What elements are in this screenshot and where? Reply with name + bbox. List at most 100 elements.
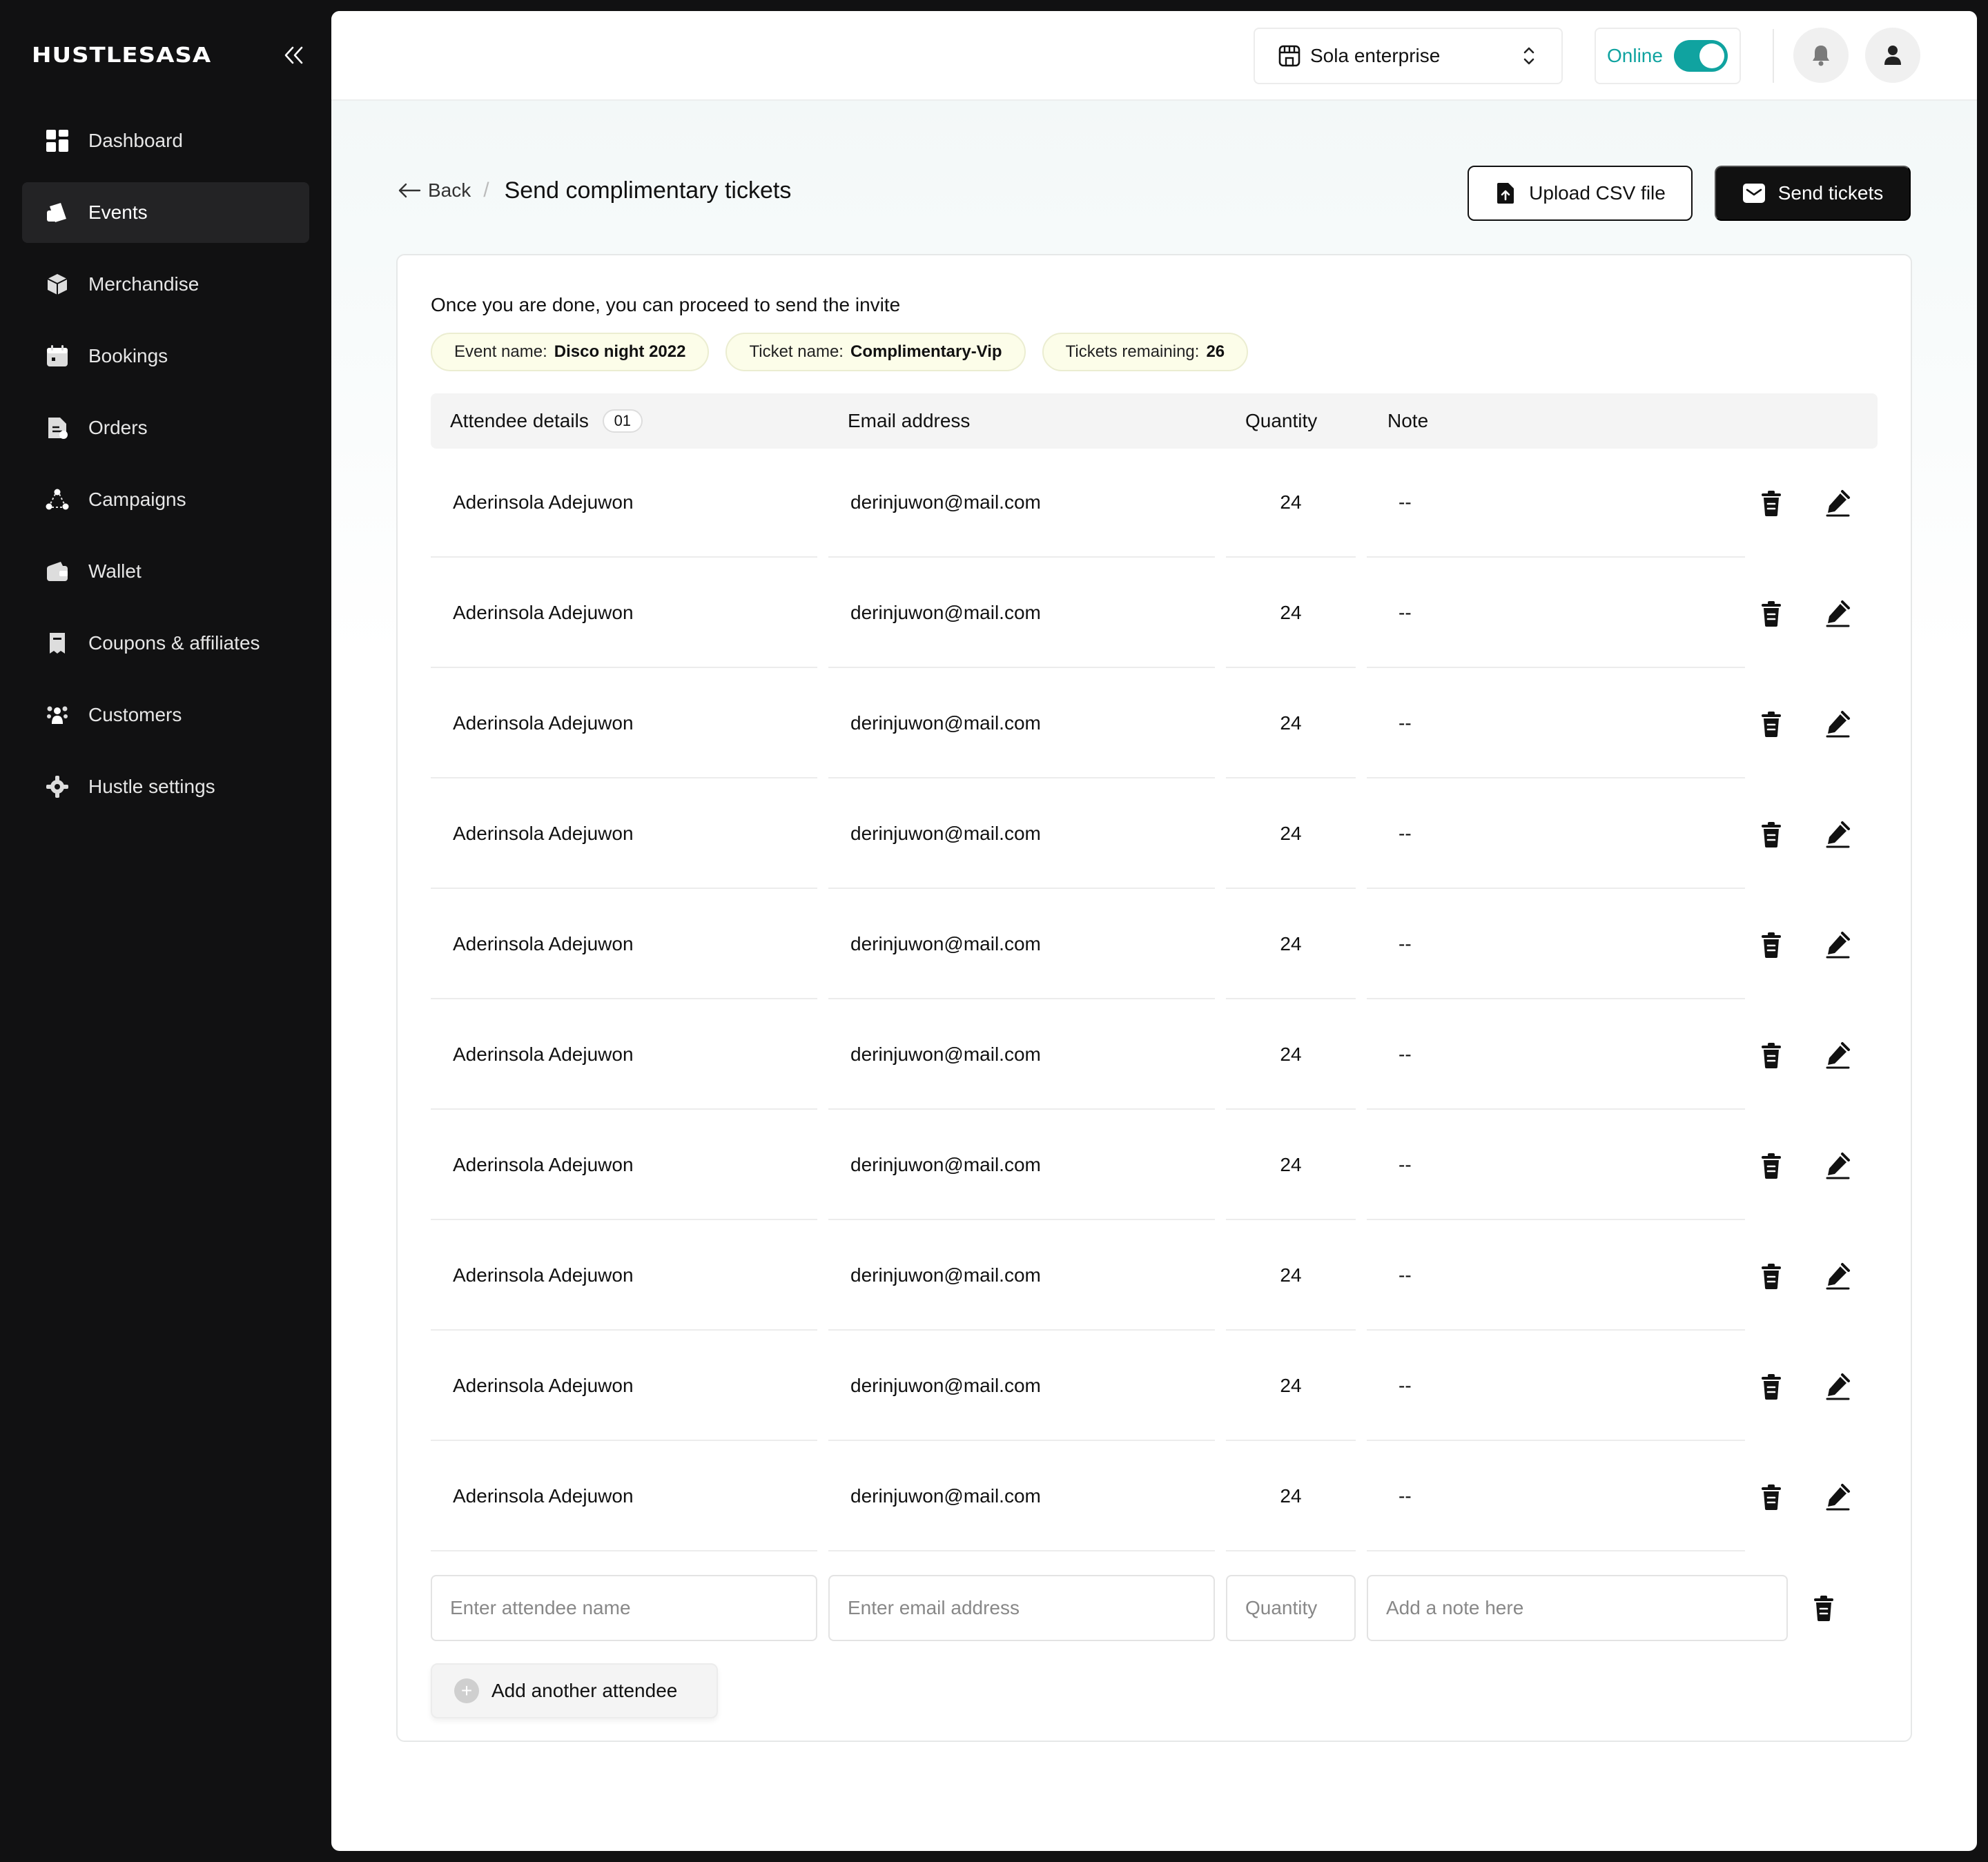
top-bar: Sola enterprise Online [331, 11, 1977, 101]
document-icon [46, 416, 69, 440]
delete-row-button[interactable] [1755, 1370, 1788, 1403]
pill-value: Complimentary-Vip [850, 342, 1002, 361]
brand-logo[interactable]: HUSTLESASA [32, 43, 211, 68]
note-cell: -- [1367, 449, 1745, 558]
edit-row-button[interactable] [1821, 928, 1854, 961]
sidebar-item-orders[interactable]: Orders [22, 398, 309, 458]
sidebar-item-coupons-affiliates[interactable]: Coupons & affiliates [22, 613, 309, 674]
send-tickets-button[interactable]: Send tickets [1715, 166, 1911, 221]
pill-key: Ticket name: [749, 342, 844, 361]
sidebar-item-label: Orders [88, 417, 148, 438]
delete-row-button[interactable] [1755, 487, 1788, 520]
quantity-input[interactable] [1226, 1575, 1356, 1641]
quantity-cell: 24 [1226, 449, 1356, 558]
edit-row-button[interactable] [1821, 1370, 1854, 1403]
delete-row-button[interactable] [1755, 707, 1788, 741]
edit-row-button[interactable] [1821, 1149, 1854, 1182]
pill-value: 26 [1206, 342, 1225, 361]
delete-row-button[interactable] [1755, 928, 1788, 961]
attendee-card: Once you are done, you can proceed to se… [396, 254, 1912, 1742]
trash-icon [1760, 600, 1783, 627]
note-cell: -- [1367, 1332, 1745, 1441]
table-row: Aderinsola Adejuwon derinjuwon@mail.com 24… [431, 669, 1878, 780]
edit-row-button[interactable] [1821, 1480, 1854, 1513]
sidebar-item-merchandise[interactable]: Merchandise [22, 254, 309, 315]
email-address-input[interactable] [828, 1575, 1215, 1641]
notification-button[interactable] [1793, 28, 1849, 83]
online-toggle[interactable] [1673, 40, 1728, 72]
sidebar-item-dashboard[interactable]: Dashboard [22, 110, 309, 171]
box-icon [46, 273, 69, 296]
upload-csv-button[interactable]: Upload CSV file [1468, 166, 1693, 221]
back-label: Back [428, 179, 471, 201]
online-status: Online [1595, 28, 1741, 84]
sidebar-item-wallet[interactable]: Wallet [22, 541, 309, 602]
page-header: Back / Send complimentary tickets [398, 174, 791, 207]
sidebar-item-hustle-settings[interactable]: Hustle settings [22, 756, 309, 817]
attendee-name-input[interactable] [431, 1575, 817, 1641]
pencil-icon [1824, 600, 1851, 627]
gear-icon [46, 775, 69, 798]
pill-key: Tickets remaining: [1065, 342, 1200, 361]
delete-row-button[interactable] [1755, 1480, 1788, 1513]
edit-row-button[interactable] [1821, 707, 1854, 741]
sidebar-item-customers[interactable]: Customers [22, 685, 309, 745]
email-cell: derinjuwon@mail.com [828, 1222, 1215, 1331]
mail-icon [1742, 184, 1765, 203]
pencil-icon [1824, 1041, 1851, 1069]
add-attendee-button[interactable]: + Add another attendee [431, 1663, 718, 1718]
toggle-knob [1699, 43, 1724, 68]
event-name-pill: Event name: Disco night 2022 [431, 333, 710, 371]
quantity-cell: 24 [1226, 559, 1356, 668]
note-cell: -- [1367, 1111, 1745, 1220]
trash-icon [1760, 1483, 1783, 1511]
attendee-name-cell: Aderinsola Adejuwon [431, 669, 817, 778]
delete-row-button[interactable] [1755, 1039, 1788, 1072]
edit-row-button[interactable] [1821, 597, 1854, 630]
trash-icon [1760, 1152, 1783, 1179]
trash-icon [1760, 1041, 1783, 1069]
collapse-sidebar-icon[interactable] [280, 41, 308, 69]
pencil-icon [1824, 821, 1851, 848]
sidebar-item-label: Campaigns [88, 489, 186, 510]
profile-button[interactable] [1865, 28, 1920, 83]
note-cell: -- [1367, 669, 1745, 778]
tickets-remaining-pill: Tickets remaining: 26 [1042, 333, 1249, 371]
pill-value: Disco night 2022 [554, 342, 686, 361]
table-row: Aderinsola Adejuwon derinjuwon@mail.com 24… [431, 559, 1878, 669]
organization-select[interactable]: Sola enterprise [1254, 28, 1563, 84]
email-cell: derinjuwon@mail.com [828, 1001, 1215, 1110]
delete-row-button[interactable] [1755, 818, 1788, 851]
sidebar-item-campaigns[interactable]: Campaigns [22, 469, 309, 530]
add-attendee-label: Add another attendee [491, 1680, 678, 1701]
delete-row-button[interactable] [1755, 1149, 1788, 1182]
pencil-icon [1824, 1483, 1851, 1511]
remove-new-row-button[interactable] [1807, 1591, 1840, 1625]
pencil-icon [1824, 489, 1851, 517]
attendee-count-badge: 01 [602, 409, 643, 433]
edit-row-button[interactable] [1821, 1260, 1854, 1293]
trash-icon [1760, 489, 1783, 517]
main-panel: Sola enterprise Online Back / Send compl… [331, 11, 1977, 1851]
note-cell: -- [1367, 1001, 1745, 1110]
sidebar-item-bookings[interactable]: Bookings [22, 326, 309, 386]
pencil-icon [1824, 1262, 1851, 1290]
edit-row-button[interactable] [1821, 1039, 1854, 1072]
sidebar-item-label: Customers [88, 704, 182, 725]
table-row: Aderinsola Adejuwon derinjuwon@mail.com 24… [431, 1001, 1878, 1111]
delete-row-button[interactable] [1755, 1260, 1788, 1293]
edit-row-button[interactable] [1821, 818, 1854, 851]
attendee-name-cell: Aderinsola Adejuwon [431, 780, 817, 889]
attendee-name-cell: Aderinsola Adejuwon [431, 890, 817, 999]
sidebar-item-label: Events [88, 202, 148, 223]
edit-row-button[interactable] [1821, 487, 1854, 520]
delete-row-button[interactable] [1755, 597, 1788, 630]
quantity-cell: 24 [1226, 1332, 1356, 1441]
note-input[interactable] [1367, 1575, 1788, 1641]
sidebar-item-events[interactable]: Events [22, 182, 309, 243]
note-cell: -- [1367, 1222, 1745, 1331]
back-link[interactable]: Back [398, 179, 471, 202]
table-header: Attendee details 01 Email address Quanti… [431, 393, 1878, 449]
table-row: Aderinsola Adejuwon derinjuwon@mail.com 24… [431, 1111, 1878, 1222]
ticket-name-pill: Ticket name: Complimentary-Vip [725, 333, 1026, 371]
